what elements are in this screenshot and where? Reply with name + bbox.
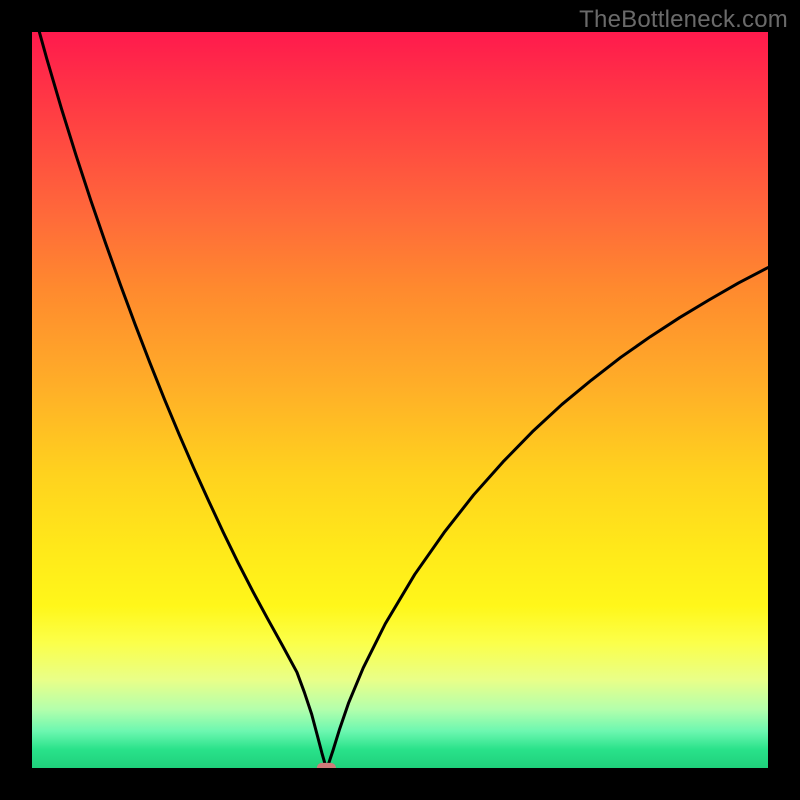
- chart-container: TheBottleneck.com: [0, 0, 800, 800]
- bottom-marker: [317, 763, 336, 768]
- chart-svg: [32, 32, 768, 768]
- plot-area: [32, 32, 768, 768]
- bottleneck-curve: [32, 32, 768, 768]
- watermark-text: TheBottleneck.com: [579, 6, 788, 34]
